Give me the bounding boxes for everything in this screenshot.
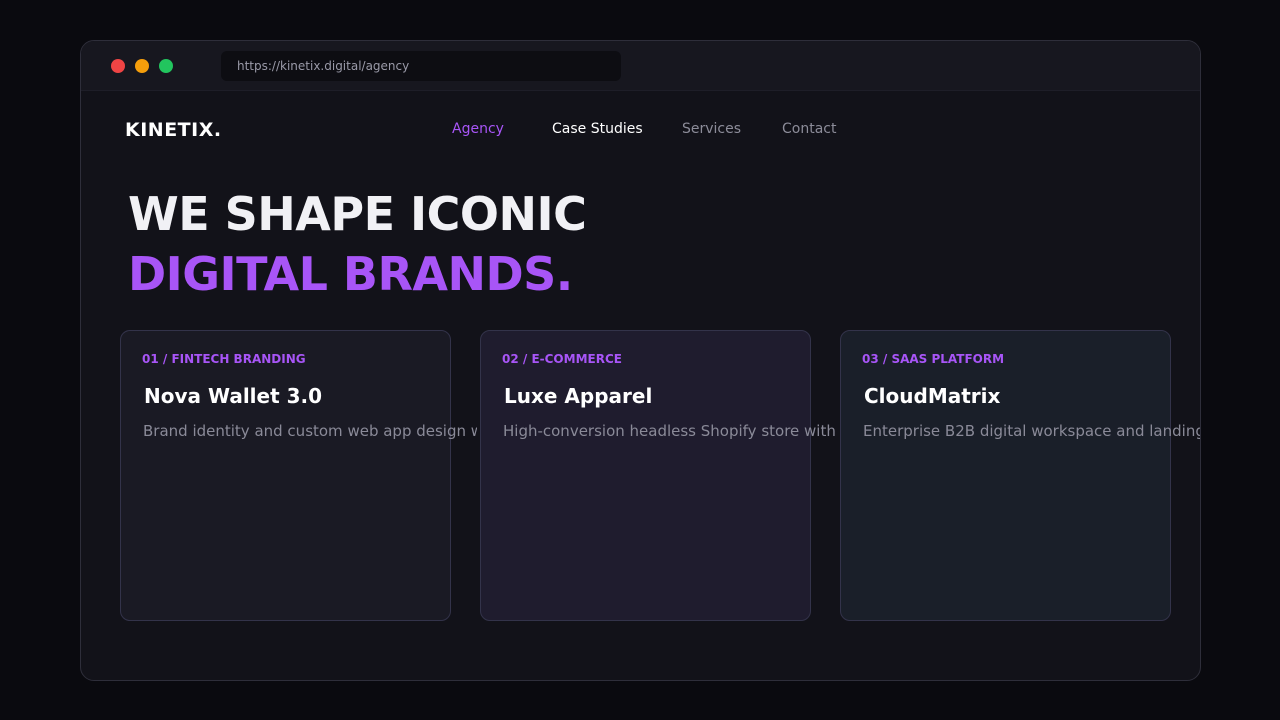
site-logo[interactable]: KINETIX. — [125, 119, 222, 141]
nav-item-agency[interactable]: Agency — [452, 121, 504, 137]
card-title: CloudMatrix — [864, 384, 1001, 408]
minimize-window-button[interactable] — [135, 59, 149, 73]
close-window-button[interactable] — [111, 59, 125, 73]
card-tag: 01 / FINTECH BRANDING — [142, 352, 306, 366]
nav-item-case-studies[interactable]: Case Studies — [552, 121, 643, 137]
card-description: Enterprise B2B digital workspace and lan… — [863, 422, 1201, 440]
hero-headline-line-1: WE SHAPE ICONIC — [128, 187, 587, 241]
nav-item-contact[interactable]: Contact — [782, 121, 836, 137]
card-tag: 02 / E-COMMERCE — [502, 352, 622, 366]
address-bar[interactable]: https://kinetix.digital/agency — [221, 51, 621, 81]
case-study-card[interactable]: 03 / SAAS PLATFORM CloudMatrix Enterpris… — [840, 330, 1200, 621]
card-title: Nova Wallet 3.0 — [144, 384, 323, 408]
card-title: Luxe Apparel — [504, 384, 653, 408]
case-study-card[interactable]: 01 / FINTECH BRANDING Nova Wallet 3.0 Br… — [120, 330, 477, 621]
nav-item-services[interactable]: Services — [682, 121, 741, 137]
card-tag: 03 / SAAS PLATFORM — [862, 352, 1005, 366]
card-description: Brand identity and custom web app design… — [143, 422, 477, 440]
maximize-window-button[interactable] — [159, 59, 173, 73]
hero-headline-line-2: DIGITAL BRANDS. — [128, 247, 573, 301]
browser-window: https://kinetix.digital/agency KINETIX. … — [80, 40, 1201, 681]
browser-titlebar: https://kinetix.digital/agency — [81, 41, 1200, 91]
case-study-card[interactable]: 02 / E-COMMERCE Luxe Apparel High-conver… — [480, 330, 841, 621]
card-description: High-conversion headless Shopify store w… — [503, 422, 841, 440]
